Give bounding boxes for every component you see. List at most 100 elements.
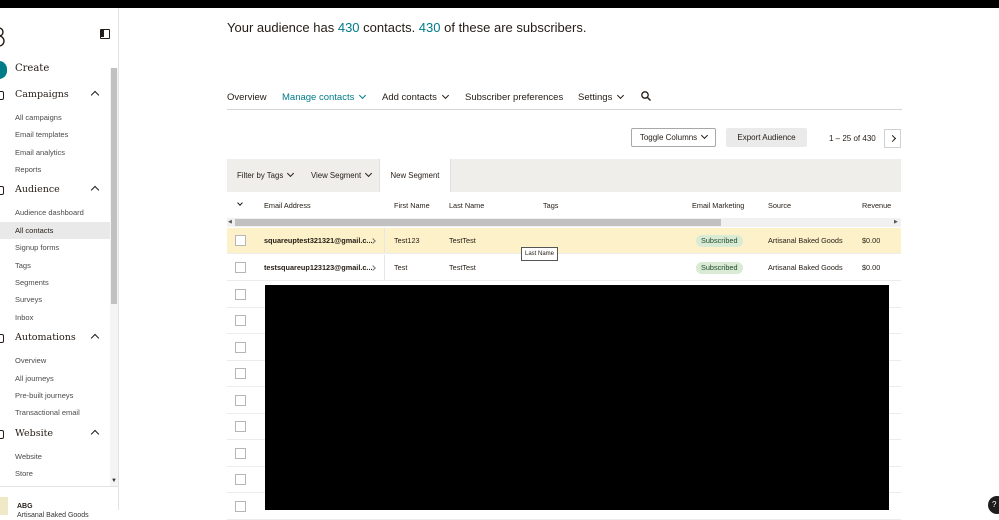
chevron-down-icon bbox=[365, 169, 373, 178]
website-icon bbox=[0, 430, 4, 439]
contact-last-name: TestTest bbox=[449, 263, 476, 272]
sidebar-section-website[interactable]: Website bbox=[0, 427, 118, 443]
toggle-columns-button[interactable]: Toggle Columns bbox=[631, 128, 716, 147]
table-header: Email Address First Name Last Name Tags … bbox=[227, 192, 901, 219]
row-checkbox[interactable] bbox=[235, 262, 246, 273]
contact-email[interactable]: testsquareup123123@gmail.c... bbox=[264, 263, 373, 272]
pagination-summary: 1 – 25 of 430 bbox=[829, 134, 876, 143]
status-badge: Subscribed bbox=[696, 235, 743, 247]
sidebar-item-segments[interactable]: Segments bbox=[0, 274, 110, 291]
sidebar-item-store[interactable]: Store bbox=[0, 465, 110, 482]
sidebar-item-overview[interactable]: Overview bbox=[0, 352, 110, 369]
sidebar-item-audience-dashboard[interactable]: Audience dashboard bbox=[0, 204, 110, 221]
sidebar-item-email-templates[interactable]: Email templates bbox=[0, 126, 110, 143]
sidebar-item-surveys[interactable]: Surveys bbox=[0, 291, 110, 308]
chevron-up-icon bbox=[90, 333, 100, 343]
column-last-name[interactable]: Last Name bbox=[449, 201, 484, 210]
mailchimp-logo-icon bbox=[0, 27, 5, 47]
tab-settings[interactable]: Settings bbox=[578, 91, 625, 103]
create-icon bbox=[0, 61, 7, 79]
contact-source: Artisanal Baked Goods bbox=[768, 236, 843, 245]
contacts-count: 430 bbox=[337, 20, 360, 35]
row-checkbox[interactable] bbox=[235, 368, 246, 379]
sidebar-item-transactional-email[interactable]: Transactional email bbox=[0, 404, 110, 421]
row-checkbox[interactable] bbox=[235, 235, 246, 246]
chevron-down-icon bbox=[701, 131, 709, 140]
account-switcher[interactable]: ABG Artisanal Baked Goods bbox=[0, 486, 118, 519]
tab-overview[interactable]: Overview bbox=[227, 92, 267, 103]
column-revenue[interactable]: Revenue bbox=[862, 201, 891, 210]
contact-revenue: $0.00 bbox=[862, 263, 881, 272]
column-first-name[interactable]: First Name bbox=[394, 201, 430, 210]
create-label: Create bbox=[15, 63, 50, 74]
tab-manage-contacts[interactable]: Manage contacts bbox=[282, 91, 367, 103]
sidebar: Create Campaigns All campaigns Email tem… bbox=[0, 8, 119, 519]
filter-by-tags-dropdown[interactable]: Filter by Tags bbox=[237, 169, 295, 180]
sidebar-section-label: Campaigns bbox=[15, 89, 69, 100]
sidebar-collapse-icon[interactable] bbox=[100, 29, 110, 39]
help-icon[interactable]: ? bbox=[988, 496, 999, 514]
sidebar-section-label: Automations bbox=[15, 332, 76, 343]
sidebar-item-all-journeys[interactable]: All journeys bbox=[0, 370, 110, 387]
sidebar-item-website[interactable]: Website bbox=[0, 448, 110, 465]
scroll-right-arrow-icon[interactable]: ▶ bbox=[894, 219, 898, 225]
chevron-down-icon bbox=[359, 91, 367, 100]
chevron-down-icon bbox=[617, 91, 625, 100]
new-segment-button[interactable]: New Segment bbox=[379, 159, 451, 192]
tab-add-contacts[interactable]: Add contacts bbox=[382, 91, 449, 103]
audience-summary: Your audience has 430 contacts. 430 of t… bbox=[227, 20, 587, 35]
contact-email[interactable]: squareuptest321321@gmail.c... bbox=[264, 236, 373, 245]
sidebar-item-reports[interactable]: Reports bbox=[0, 161, 110, 178]
scroll-down-arrow-icon[interactable]: ▼ bbox=[111, 478, 117, 484]
column-source[interactable]: Source bbox=[768, 201, 791, 210]
table-horizontal-scrollbar[interactable]: ◀ ▶ bbox=[227, 218, 901, 227]
redacted-region bbox=[265, 285, 889, 510]
chevron-down-icon bbox=[287, 169, 295, 178]
column-tags[interactable]: Tags bbox=[543, 201, 558, 210]
contact-revenue: $0.00 bbox=[862, 236, 881, 245]
view-segment-dropdown[interactable]: View Segment bbox=[311, 169, 373, 180]
table-row[interactable]: squareuptest321321@gmail.c... Test123 Te… bbox=[227, 228, 901, 254]
column-email-marketing[interactable]: Email Marketing bbox=[692, 201, 744, 210]
audience-nav: Overview Manage contacts Add contacts Su… bbox=[227, 89, 902, 110]
sidebar-item-all-campaigns[interactable]: All campaigns bbox=[0, 109, 110, 126]
tab-subscriber-preferences[interactable]: Subscriber preferences bbox=[465, 92, 563, 103]
search-icon[interactable] bbox=[641, 91, 651, 101]
row-checkbox[interactable] bbox=[235, 501, 246, 512]
sidebar-item-email-analytics[interactable]: Email analytics bbox=[0, 144, 110, 161]
sidebar-item-pre-built-journeys[interactable]: Pre-built journeys bbox=[0, 387, 110, 404]
sidebar-section-audience[interactable]: Audience bbox=[0, 183, 118, 199]
contact-last-name: TestTest bbox=[449, 236, 476, 245]
row-checkbox[interactable] bbox=[235, 395, 246, 406]
sidebar-item-all-contacts[interactable]: All contacts bbox=[0, 222, 110, 239]
sidebar-section-campaigns[interactable]: Campaigns bbox=[0, 88, 118, 104]
subscribers-count: 430 bbox=[418, 20, 441, 35]
row-checkbox[interactable] bbox=[235, 315, 246, 326]
row-checkbox[interactable] bbox=[235, 448, 246, 459]
chevron-down-icon bbox=[441, 91, 449, 100]
row-checkbox[interactable] bbox=[235, 289, 246, 300]
sidebar-section-automations[interactable]: Automations bbox=[0, 331, 118, 347]
account-name: Artisanal Baked Goods bbox=[17, 512, 89, 519]
sidebar-item-signup-forms[interactable]: Signup forms bbox=[0, 239, 110, 256]
export-audience-button[interactable]: Export Audience bbox=[726, 128, 807, 147]
row-checkbox[interactable] bbox=[235, 421, 246, 432]
column-email-address[interactable]: Email Address bbox=[264, 201, 311, 210]
sidebar-item-tags[interactable]: Tags bbox=[0, 257, 110, 274]
audience-icon bbox=[0, 186, 4, 195]
cell-divider bbox=[384, 255, 385, 280]
avatar bbox=[0, 497, 8, 515]
row-checkbox[interactable] bbox=[235, 342, 246, 353]
cell-divider bbox=[384, 228, 385, 253]
next-page-button[interactable] bbox=[884, 129, 901, 148]
table-row[interactable]: testsquareup123123@gmail.c... Test TestT… bbox=[227, 255, 901, 281]
sidebar-item-inbox[interactable]: Inbox bbox=[0, 309, 110, 326]
status-badge: Subscribed bbox=[696, 262, 743, 274]
row-checkbox[interactable] bbox=[235, 474, 246, 485]
contact-first-name: Test bbox=[394, 263, 408, 272]
chevron-up-icon bbox=[90, 90, 100, 100]
scroll-left-arrow-icon[interactable]: ◀ bbox=[228, 219, 232, 225]
table-scrollbar-thumb[interactable] bbox=[235, 219, 721, 226]
sidebar-scrollbar-thumb[interactable] bbox=[111, 68, 117, 304]
select-all-dropdown-icon[interactable] bbox=[237, 200, 243, 206]
